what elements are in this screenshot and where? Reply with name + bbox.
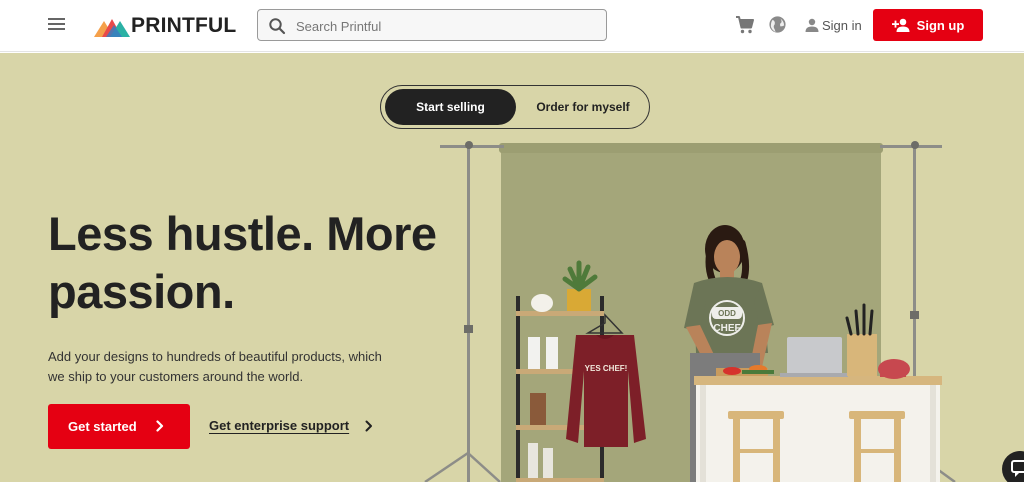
- hero-subtext: Add your designs to hundreds of beautifu…: [48, 349, 382, 384]
- hero-section: YES CHEF! ODD CHEF Start selling Order f…: [0, 53, 1024, 482]
- search-box[interactable]: [257, 9, 607, 41]
- cart-icon[interactable]: [735, 15, 755, 35]
- tab-start-selling[interactable]: Start selling: [385, 89, 516, 125]
- sweatshirt-print: YES CHEF!: [585, 364, 628, 373]
- stand-clamp-left: [465, 141, 473, 149]
- add-user-icon: [891, 18, 910, 32]
- enterprise-support-link[interactable]: Get enterprise support: [209, 418, 373, 433]
- logo-text: PRINTFUL: [131, 14, 237, 37]
- stand-knob-right: [910, 311, 919, 319]
- yes-chef-sweatshirt: [566, 313, 646, 447]
- logo-mountains-icon: [94, 19, 130, 37]
- sign-up-label: Sign up: [916, 17, 965, 33]
- search-input[interactable]: [296, 16, 596, 36]
- site-header: PRINTFUL Sign in Sign up: [0, 0, 1024, 52]
- user-icon: [805, 18, 819, 32]
- sign-in-link[interactable]: Sign in: [805, 16, 862, 34]
- globe-icon[interactable]: [768, 15, 787, 34]
- get-started-label: Get started: [68, 419, 137, 434]
- sign-in-label: Sign in: [822, 17, 862, 33]
- search-icon: [269, 18, 286, 35]
- chevron-right-icon: [365, 420, 373, 431]
- mode-toggle: Start selling Order for myself: [380, 85, 650, 129]
- hero-headline: Less hustle. More passion.: [48, 207, 437, 318]
- stand-knob-left: [464, 325, 473, 333]
- menu-icon[interactable]: [48, 16, 68, 32]
- sign-up-button[interactable]: Sign up: [873, 9, 983, 41]
- tab-order-for-myself[interactable]: Order for myself: [519, 89, 647, 125]
- chat-icon: [1011, 460, 1024, 477]
- tshirt-print-bottom: CHEF: [713, 323, 740, 334]
- chevron-right-icon: [156, 420, 164, 432]
- tshirt-print-top: ODD: [718, 309, 736, 318]
- stand-clamp-right: [911, 141, 919, 149]
- enterprise-support-label: Get enterprise support: [209, 418, 350, 433]
- chat-widget-button[interactable]: [1002, 451, 1024, 482]
- printful-logo[interactable]: PRINTFUL: [94, 13, 236, 39]
- get-started-button[interactable]: Get started: [48, 404, 190, 449]
